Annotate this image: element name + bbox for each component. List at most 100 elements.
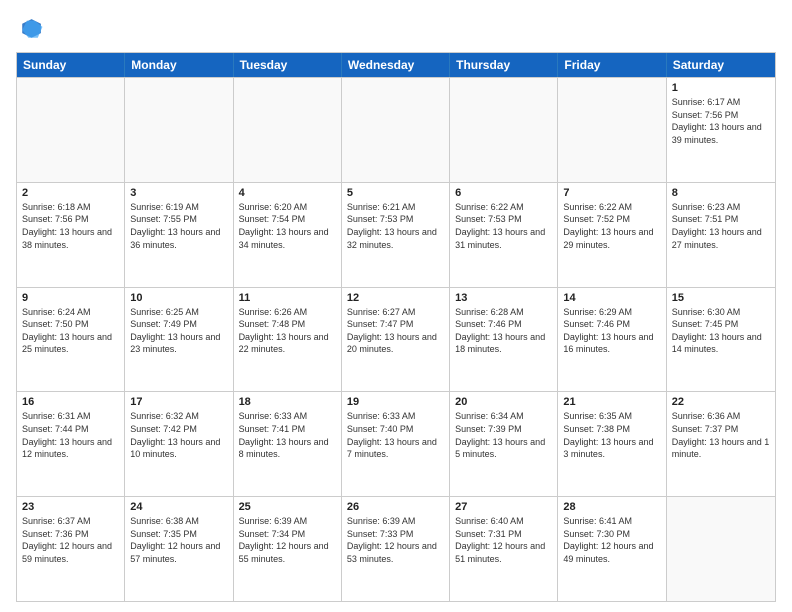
day-number: 15: [672, 292, 770, 304]
day-info: Sunrise: 6:24 AM Sunset: 7:50 PM Dayligh…: [22, 306, 119, 356]
day-number: 16: [22, 396, 119, 408]
header-day-sunday: Sunday: [17, 53, 125, 77]
cal-cell: 20Sunrise: 6:34 AM Sunset: 7:39 PM Dayli…: [450, 392, 558, 496]
day-number: 23: [22, 501, 119, 513]
day-info: Sunrise: 6:17 AM Sunset: 7:56 PM Dayligh…: [672, 96, 770, 146]
cal-cell: [342, 78, 450, 182]
day-info: Sunrise: 6:36 AM Sunset: 7:37 PM Dayligh…: [672, 410, 770, 460]
cal-week-4: 16 Sunrise: 6:31 AM Sunset: 7:44 PM Dayli…: [17, 391, 775, 496]
cal-cell: 11 Sunrise: 6:26 AM Sunset: 7:48 PM Dayli…: [234, 288, 342, 392]
day-number: 5: [347, 187, 444, 199]
cal-cell: 23 Sunrise: 6:37 AM Sunset: 7:36 PM Dayli…: [17, 497, 125, 601]
cal-cell: 12 Sunrise: 6:27 AM Sunset: 7:47 PM Dayli…: [342, 288, 450, 392]
day-number: 18: [239, 396, 336, 408]
day-info: Sunrise: 6:23 AM Sunset: 7:51 PM Dayligh…: [672, 201, 770, 251]
cal-cell: 16 Sunrise: 6:31 AM Sunset: 7:44 PM Dayli…: [17, 392, 125, 496]
cal-cell: 2 Sunrise: 6:18 AM Sunset: 7:56 PM Daylig…: [17, 183, 125, 287]
day-info: Sunrise: 6:33 AM Sunset: 7:41 PM Dayligh…: [239, 410, 336, 460]
day-info: Sunrise: 6:39 AM Sunset: 7:33 PM Dayligh…: [347, 515, 444, 565]
cal-cell: 6 Sunrise: 6:22 AM Sunset: 7:53 PM Daylig…: [450, 183, 558, 287]
day-info: Sunrise: 6:34 AM Sunset: 7:39 PM Dayligh…: [455, 410, 552, 460]
day-number: 6: [455, 187, 552, 199]
day-number: 3: [130, 187, 227, 199]
day-number: 22: [672, 396, 770, 408]
cal-cell: 18 Sunrise: 6:33 AM Sunset: 7:41 PM Dayli…: [234, 392, 342, 496]
cal-cell: 21Sunrise: 6:35 AM Sunset: 7:38 PM Dayli…: [558, 392, 666, 496]
day-info: Sunrise: 6:33 AM Sunset: 7:40 PM Dayligh…: [347, 410, 444, 460]
cal-cell: 3 Sunrise: 6:19 AM Sunset: 7:55 PM Daylig…: [125, 183, 233, 287]
cal-cell: 10Sunrise: 6:25 AM Sunset: 7:49 PM Dayli…: [125, 288, 233, 392]
header-day-wednesday: Wednesday: [342, 53, 450, 77]
cal-cell: 25 Sunrise: 6:39 AM Sunset: 7:34 PM Dayli…: [234, 497, 342, 601]
cal-cell: 19Sunrise: 6:33 AM Sunset: 7:40 PM Dayli…: [342, 392, 450, 496]
cal-cell: 13 Sunrise: 6:28 AM Sunset: 7:46 PM Dayli…: [450, 288, 558, 392]
day-info: Sunrise: 6:39 AM Sunset: 7:34 PM Dayligh…: [239, 515, 336, 565]
day-info: Sunrise: 6:41 AM Sunset: 7:30 PM Dayligh…: [563, 515, 660, 565]
logo: [16, 16, 48, 44]
cal-cell: 15Sunrise: 6:30 AM Sunset: 7:45 PM Dayli…: [667, 288, 775, 392]
header-day-saturday: Saturday: [667, 53, 775, 77]
day-number: 17: [130, 396, 227, 408]
cal-cell: [17, 78, 125, 182]
cal-cell: [234, 78, 342, 182]
day-number: 14: [563, 292, 660, 304]
cal-cell: 27 Sunrise: 6:40 AM Sunset: 7:31 PM Dayli…: [450, 497, 558, 601]
day-info: Sunrise: 6:22 AM Sunset: 7:52 PM Dayligh…: [563, 201, 660, 251]
day-number: 13: [455, 292, 552, 304]
cal-week-2: 2 Sunrise: 6:18 AM Sunset: 7:56 PM Daylig…: [17, 182, 775, 287]
cal-cell: 17 Sunrise: 6:32 AM Sunset: 7:42 PM Dayli…: [125, 392, 233, 496]
day-number: 12: [347, 292, 444, 304]
cal-cell: 26 Sunrise: 6:39 AM Sunset: 7:33 PM Dayli…: [342, 497, 450, 601]
cal-cell: 7 Sunrise: 6:22 AM Sunset: 7:52 PM Daylig…: [558, 183, 666, 287]
logo-icon: [16, 16, 44, 44]
header: [16, 16, 776, 44]
cal-cell: 24 Sunrise: 6:38 AM Sunset: 7:35 PM Dayli…: [125, 497, 233, 601]
cal-cell: 5 Sunrise: 6:21 AM Sunset: 7:53 PM Daylig…: [342, 183, 450, 287]
calendar: SundayMondayTuesdayWednesdayThursdayFrid…: [16, 52, 776, 602]
header-day-monday: Monday: [125, 53, 233, 77]
day-number: 27: [455, 501, 552, 513]
day-info: Sunrise: 6:22 AM Sunset: 7:53 PM Dayligh…: [455, 201, 552, 251]
calendar-body: 1Sunrise: 6:17 AM Sunset: 7:56 PM Daylig…: [17, 77, 775, 601]
cal-cell: [450, 78, 558, 182]
cal-cell: 8 Sunrise: 6:23 AM Sunset: 7:51 PM Daylig…: [667, 183, 775, 287]
day-number: 26: [347, 501, 444, 513]
day-info: Sunrise: 6:20 AM Sunset: 7:54 PM Dayligh…: [239, 201, 336, 251]
day-info: Sunrise: 6:37 AM Sunset: 7:36 PM Dayligh…: [22, 515, 119, 565]
cal-cell: [667, 497, 775, 601]
day-info: Sunrise: 6:21 AM Sunset: 7:53 PM Dayligh…: [347, 201, 444, 251]
cal-cell: [125, 78, 233, 182]
day-number: 7: [563, 187, 660, 199]
header-day-thursday: Thursday: [450, 53, 558, 77]
header-day-friday: Friday: [558, 53, 666, 77]
day-info: Sunrise: 6:38 AM Sunset: 7:35 PM Dayligh…: [130, 515, 227, 565]
day-info: Sunrise: 6:26 AM Sunset: 7:48 PM Dayligh…: [239, 306, 336, 356]
day-info: Sunrise: 6:28 AM Sunset: 7:46 PM Dayligh…: [455, 306, 552, 356]
cal-cell: 22 Sunrise: 6:36 AM Sunset: 7:37 PM Dayli…: [667, 392, 775, 496]
cal-cell: 4 Sunrise: 6:20 AM Sunset: 7:54 PM Daylig…: [234, 183, 342, 287]
cal-week-3: 9 Sunrise: 6:24 AM Sunset: 7:50 PM Daylig…: [17, 287, 775, 392]
day-number: 8: [672, 187, 770, 199]
cal-week-5: 23 Sunrise: 6:37 AM Sunset: 7:36 PM Dayli…: [17, 496, 775, 601]
day-info: Sunrise: 6:19 AM Sunset: 7:55 PM Dayligh…: [130, 201, 227, 251]
day-info: Sunrise: 6:29 AM Sunset: 7:46 PM Dayligh…: [563, 306, 660, 356]
day-number: 4: [239, 187, 336, 199]
day-number: 11: [239, 292, 336, 304]
cal-week-1: 1Sunrise: 6:17 AM Sunset: 7:56 PM Daylig…: [17, 77, 775, 182]
day-number: 9: [22, 292, 119, 304]
day-info: Sunrise: 6:31 AM Sunset: 7:44 PM Dayligh…: [22, 410, 119, 460]
calendar-header: SundayMondayTuesdayWednesdayThursdayFrid…: [17, 53, 775, 77]
cal-cell: 1Sunrise: 6:17 AM Sunset: 7:56 PM Daylig…: [667, 78, 775, 182]
day-info: Sunrise: 6:18 AM Sunset: 7:56 PM Dayligh…: [22, 201, 119, 251]
day-info: Sunrise: 6:40 AM Sunset: 7:31 PM Dayligh…: [455, 515, 552, 565]
day-number: 25: [239, 501, 336, 513]
day-number: 2: [22, 187, 119, 199]
day-number: 10: [130, 292, 227, 304]
cal-cell: 9 Sunrise: 6:24 AM Sunset: 7:50 PM Daylig…: [17, 288, 125, 392]
day-info: Sunrise: 6:32 AM Sunset: 7:42 PM Dayligh…: [130, 410, 227, 460]
day-number: 28: [563, 501, 660, 513]
cal-cell: [558, 78, 666, 182]
day-number: 24: [130, 501, 227, 513]
header-day-tuesday: Tuesday: [234, 53, 342, 77]
day-info: Sunrise: 6:27 AM Sunset: 7:47 PM Dayligh…: [347, 306, 444, 356]
